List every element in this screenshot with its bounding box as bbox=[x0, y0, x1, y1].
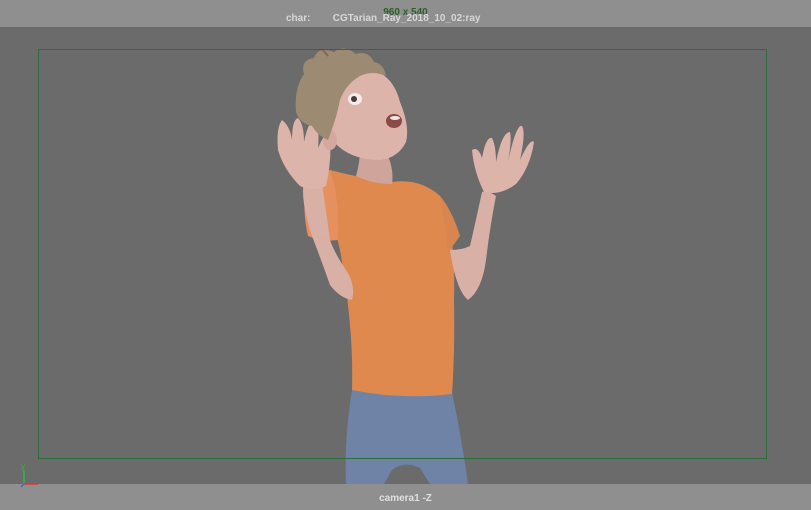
hud-key: char: bbox=[286, 13, 311, 24]
camera-label: camera1 -Z bbox=[379, 493, 432, 504]
hud-value: CGTarian_Ray_2018_10_02:ray bbox=[332, 13, 481, 24]
film-gate-border bbox=[38, 49, 767, 459]
axis-y-label: y bbox=[21, 462, 25, 471]
3d-viewport[interactable]: 960 x 540 char: CGTarian_Ray_2018_10_02:… bbox=[0, 0, 811, 510]
view-axis-icon: y bbox=[20, 462, 38, 488]
hud-character-row: char: CGTarian_Ray_2018_10_02:ray bbox=[286, 13, 480, 24]
